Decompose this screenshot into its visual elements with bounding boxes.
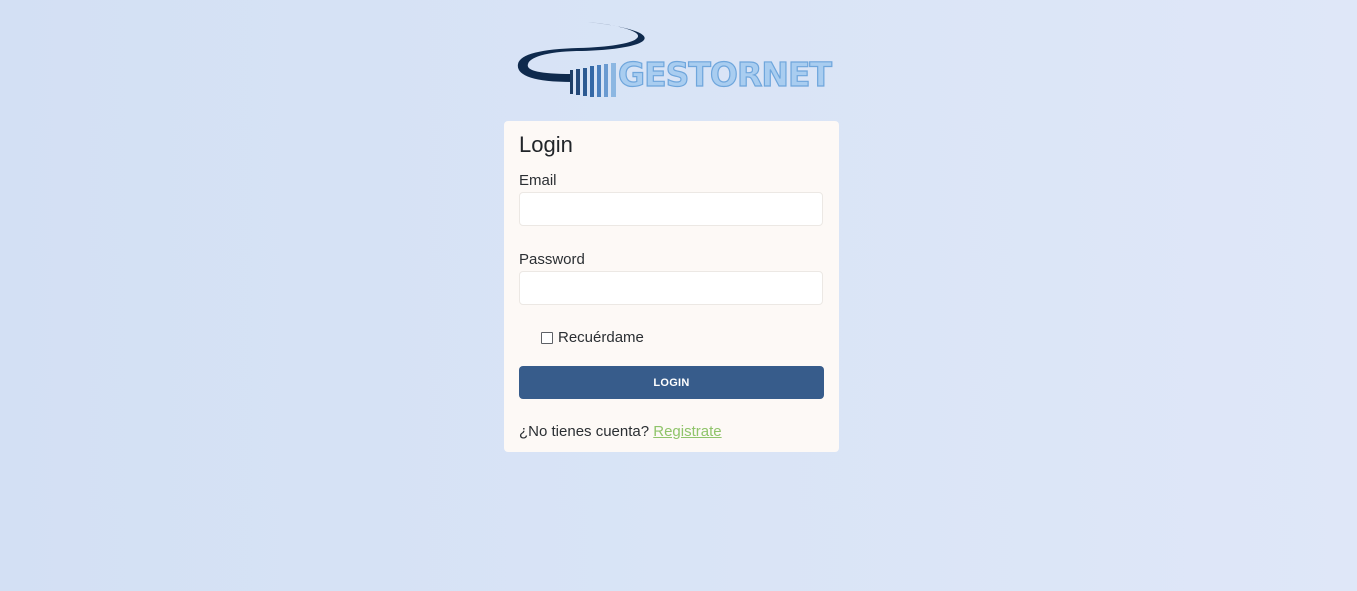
- email-label: Email: [519, 172, 557, 189]
- login-card: Login Email Password Recuérdame LOGIN ¿N…: [504, 121, 839, 452]
- remember-checkbox[interactable]: [541, 331, 553, 344]
- logo-wordmark: GESTORNET: [617, 55, 832, 94]
- login-button[interactable]: LOGIN: [519, 366, 824, 399]
- email-input[interactable]: [519, 192, 823, 226]
- remember-label: Recuérdame: [558, 329, 644, 346]
- register-link[interactable]: Registrate: [653, 423, 721, 440]
- login-title: Login: [519, 132, 573, 157]
- gestornet-logo: GESTORNET: [512, 18, 833, 100]
- remember-me[interactable]: Recuérdame: [541, 329, 644, 346]
- password-label: Password: [519, 251, 585, 268]
- no-account-text: ¿No tienes cuenta?: [519, 423, 654, 440]
- password-input[interactable]: [519, 271, 823, 305]
- register-prompt: ¿No tienes cuenta? Registrate: [519, 423, 722, 440]
